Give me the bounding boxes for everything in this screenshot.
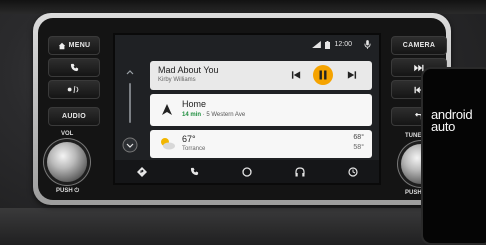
nav-destination: Home [182,99,207,109]
nav-detail: 14 min · 5 Western Ave [182,112,245,118]
home-circle-icon[interactable] [241,166,252,177]
voice-icon [67,85,79,94]
nav-eta: 14 min [182,112,202,118]
audio-button-label: AUDIO [61,113,87,120]
partly-cloudy-icon [161,138,175,150]
status-time: 12:00 [334,41,352,48]
menu-button-label: MENU [68,42,91,49]
previous-track-icon[interactable] [291,70,302,80]
recents-icon[interactable] [347,166,358,177]
pause-button[interactable] [313,65,333,85]
smartphone: android auto [421,67,486,245]
android-auto-screen: 12:00 Mad About You Kirby Williams Home … [113,33,381,185]
phone-icon [70,63,78,72]
signal-icon [312,41,322,48]
phone-icon[interactable] [190,167,199,176]
volume-knob[interactable] [47,142,87,182]
voice-talk-button[interactable] [48,80,100,99]
phone-button[interactable] [48,58,100,77]
next-track-icon[interactable] [346,70,357,80]
volume-push-label: PUSH ⏻ [56,188,80,194]
headphones-icon[interactable] [294,166,305,177]
microphone-icon[interactable] [364,40,371,49]
tune-knob-label: TUNE [405,133,422,139]
weather-city: Torrance [182,146,206,152]
logo-line-2: auto [431,119,456,134]
weather-temperature: 67° [182,134,196,144]
android-auto-logo: android auto [431,108,473,134]
audio-button[interactable]: AUDIO [48,107,100,126]
scroll-up-icon [126,70,134,75]
navigation-icon[interactable] [136,166,147,177]
overview-scroll-rail [115,53,145,158]
camera-button[interactable]: CAMERA [391,36,447,55]
dashboard-top [0,0,486,14]
weather-low: 58° [353,144,364,151]
scroll-down-button [122,137,138,153]
status-bar: 12:00 [312,40,371,49]
menu-button[interactable]: MENU [48,36,100,55]
music-card[interactable]: Mad About You Kirby Williams [150,61,372,90]
nav-separator: · [202,112,205,118]
weather-high: 68° [353,134,364,141]
bottom-nav-bar [115,160,379,183]
volume-knob-label: VOL [61,131,74,137]
weather-card[interactable]: 67° Torrance 68° 58° [150,130,372,158]
home-icon [58,42,65,49]
tune-push-label: PUSH [405,190,422,196]
dashboard-bottom [0,208,486,245]
scroll-track [129,83,131,123]
navigation-card[interactable]: Home 14 min · 5 Western Ave [150,94,372,126]
track-title: Mad About You [158,65,219,75]
camera-button-label: CAMERA [402,42,436,49]
nav-street: 5 Western Ave [206,112,246,118]
track-artist: Kirby Williams [158,77,196,83]
battery-icon [325,40,331,49]
navigation-arrow-icon [162,104,172,115]
